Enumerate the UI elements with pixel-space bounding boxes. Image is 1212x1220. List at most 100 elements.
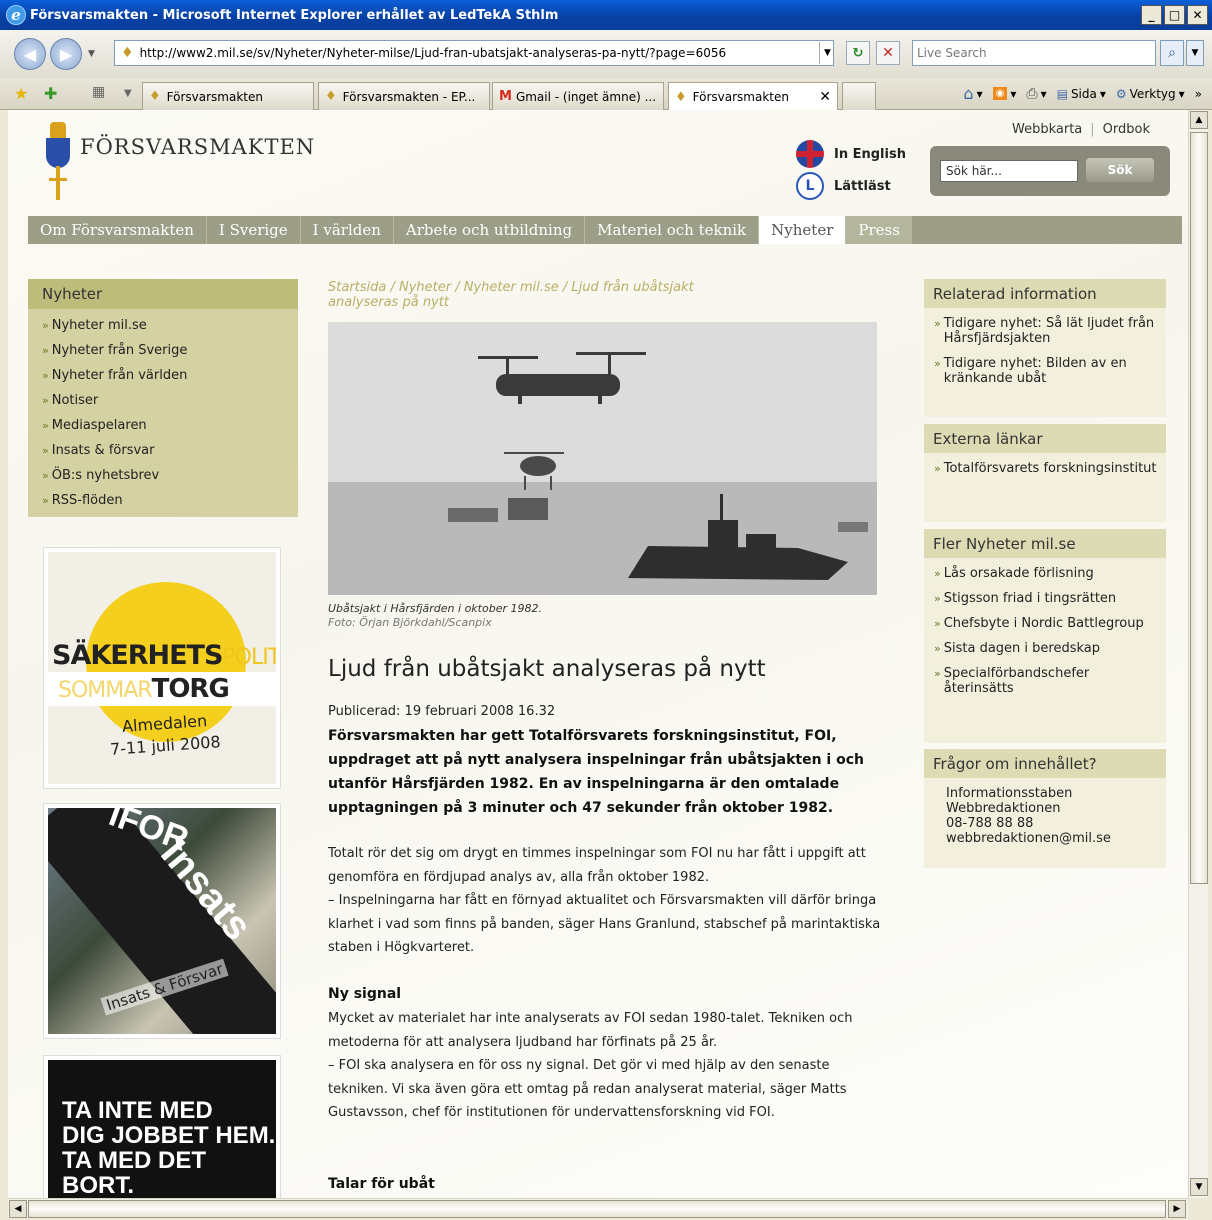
page-icon: ▤ [1056, 86, 1068, 101]
site-search-button[interactable]: Sök [1086, 158, 1154, 182]
search-magnifier-icon[interactable]: ⌕ [1160, 40, 1184, 66]
tab-forsvarsmakten-ep[interactable]: ♦ Försvarsmakten - EP... [318, 82, 490, 110]
more-news-link[interactable]: » Chefsbyte i Nordic Battlegroup [934, 616, 1158, 631]
easy-read-icon: L [796, 172, 824, 200]
history-dropdown-icon[interactable]: ▼ [88, 49, 95, 59]
nav-materiel-och-teknik[interactable]: Materiel och teknik [585, 216, 760, 244]
tab-forsvarsmakten-active[interactable]: ♦ Försvarsmakten ✕ [668, 82, 838, 111]
home-icon: ⌂ [963, 84, 974, 103]
language-links: In English L Lättläst [796, 138, 906, 202]
tools-menu[interactable]: ⚙ Verktyg ▾ [1116, 87, 1185, 101]
address-url: http://www2.mil.se/sv/Nyheter/Nyheter-mi… [139, 46, 727, 60]
nav-i-sverige[interactable]: I Sverige [207, 216, 301, 244]
home-button[interactable]: ⌂ ▾ [963, 84, 982, 103]
photo-credit: Foto: Örjan Björkdahl/Scanpix [328, 616, 492, 629]
favorites-star-icon[interactable]: ★ [14, 84, 28, 103]
section-nav-item-ob-nyhetsbrev[interactable]: » ÖB:s nyhetsbrev [42, 463, 298, 488]
site-search-input[interactable]: Sök här... [940, 160, 1078, 182]
bullet-icon: » [934, 592, 941, 605]
rss-icon: ◉ [992, 87, 1008, 100]
insats-forsvar-banner[interactable]: IFOR Insats Insats & Försvar [44, 804, 280, 1038]
scroll-down-icon[interactable]: ▼ [1190, 1178, 1208, 1196]
more-news-link[interactable]: » Specialförbandschefer återinsätts [934, 666, 1158, 696]
photo-caption-text: Ubåtsjakt i Hårsfjärden i oktober 1982. [328, 602, 542, 615]
more-news-title: Fler Nyheter mil.se [924, 529, 1166, 558]
tools-menu-label: Verktyg [1129, 86, 1176, 101]
bullet-icon: » [42, 444, 49, 457]
print-button[interactable]: ⎙ ▾ [1026, 86, 1046, 102]
maximize-button[interactable]: □ [1164, 5, 1185, 25]
nav-press[interactable]: Press [846, 216, 912, 244]
external-link[interactable]: » Totalförsvarets forskningsinstitut [934, 461, 1158, 476]
back-button[interactable]: ◀ [14, 38, 46, 70]
toolbar-overflow-icon[interactable]: » [1195, 87, 1202, 101]
photo-caption: Ubåtsjakt i Hårsfjärden i oktober 1982. … [328, 602, 542, 630]
section-nav-item-rss[interactable]: » RSS-flöden [42, 488, 298, 513]
horizontal-scroll-thumb[interactable] [28, 1200, 1166, 1218]
minimize-button[interactable]: _ [1141, 5, 1162, 25]
sitemap-link[interactable]: Webbkarta [1012, 122, 1082, 137]
section-nav-item-sverige[interactable]: » Nyheter från Sverige [42, 338, 298, 363]
new-tab-button[interactable] [842, 82, 876, 110]
quick-tabs-icon[interactable]: ▦ [92, 84, 105, 100]
related-link[interactable]: » Tidigare nyhet: Så lät ljudet från Hårs… [934, 316, 1158, 346]
nav-om-forsvarsmakten[interactable]: Om Försvarsmakten [28, 216, 207, 244]
page-menu[interactable]: ▤ Sida ▾ [1057, 87, 1106, 101]
stop-button[interactable]: ✕ [876, 41, 900, 65]
tab-favicon-icon: ♦ [325, 89, 337, 104]
almedalen-banner[interactable]: SÄKERHETSPOLITISKT SOMMARTORG Almedalen … [44, 548, 280, 788]
forward-button[interactable]: ▶ [50, 38, 82, 70]
more-news-link[interactable]: » Stigsson friad i tingsrätten [934, 591, 1158, 606]
section-nav-item-varlden[interactable]: » Nyheter från världen [42, 363, 298, 388]
related-link[interactable]: » Tidigare nyhet: Bilden av en kränkande … [934, 356, 1158, 386]
search-options-dropdown-icon[interactable]: ▼ [1186, 40, 1204, 66]
section-nav-item-notiser[interactable]: » Notiser [42, 388, 298, 413]
address-toolbar: ◀ ▶ ▼ ♦ http://www2.mil.se/sv/Nyheter/Ny… [0, 30, 1212, 78]
external-links-title: Externa länkar [924, 424, 1166, 453]
tab-forsvarsmakten-1[interactable]: ♦ Försvarsmakten [142, 82, 314, 110]
nav-arbete-och-utbildning[interactable]: Arbete och utbildning [394, 216, 586, 244]
glossary-link[interactable]: Ordbok [1103, 122, 1150, 137]
bullet-icon: » [42, 494, 49, 507]
easy-read-link[interactable]: L Lättläst [796, 170, 906, 202]
article-lead: Försvarsmakten har gett Totalförsvarets … [328, 728, 864, 816]
nav-i-varlden[interactable]: I världen [301, 216, 394, 244]
site-logo[interactable]: FÖRSVARSMAKTEN [44, 122, 315, 202]
bullet-icon: » [42, 319, 49, 332]
section-nav-item-nyheter-milse[interactable]: » Nyheter mil.se [42, 313, 298, 338]
more-news-link[interactable]: » Sista dagen i beredskap [934, 641, 1158, 656]
contact-phone: 08-788 88 88 [946, 816, 1034, 831]
add-favorite-star-icon[interactable]: ✚ [44, 84, 57, 103]
nav-nyheter[interactable]: Nyheter [759, 216, 847, 244]
vertical-scrollbar[interactable]: ▲ ▼ [1188, 110, 1208, 1198]
external-link-label: Totalförsvarets forskningsinstitut [943, 461, 1157, 476]
tab-list-dropdown-icon[interactable]: ▼ [124, 88, 132, 99]
close-button[interactable]: ✕ [1187, 5, 1208, 25]
section-nav-label: RSS-flöden [51, 493, 123, 508]
more-news-box: Fler Nyheter mil.se » Lås orsakade förlis… [924, 529, 1166, 743]
scroll-right-icon[interactable]: ▶ [1168, 1200, 1186, 1218]
article-headline: Ljud från ubåtsjakt analyseras på nytt [328, 656, 766, 682]
address-dropdown-icon[interactable]: ▼ [819, 42, 835, 64]
browser-search-input[interactable]: Live Search [912, 40, 1156, 66]
breadcrumb[interactable]: Startsida / Nyheter / Nyheter mil.se / L… [328, 280, 748, 310]
tab-close-icon[interactable]: ✕ [811, 89, 831, 105]
web-page: FÖRSVARSMAKTEN Webbkarta | Ordbok In Eng… [8, 110, 1188, 1198]
feeds-button[interactable]: ◉ ▾ [992, 87, 1016, 101]
horizontal-scrollbar[interactable]: ◀ ▶ [8, 1198, 1188, 1218]
tab-gmail[interactable]: M Gmail - (inget ämne) ... [492, 82, 664, 110]
vertical-scroll-thumb[interactable] [1190, 132, 1208, 884]
scroll-left-icon[interactable]: ◀ [9, 1200, 27, 1218]
address-input[interactable]: ♦ http://www2.mil.se/sv/Nyheter/Nyheter-… [114, 40, 834, 66]
banner-date: 7-11 juli 2008 [109, 732, 222, 759]
bullet-icon: » [42, 394, 49, 407]
contact-email-link[interactable]: webbredaktionen@mil.se [946, 831, 1158, 846]
recruitment-banner[interactable]: TA INTE MED DIG JOBBET HEM. TA MED DET B… [44, 1056, 280, 1198]
section-nav-item-insats[interactable]: » Insats & försvar [42, 438, 298, 463]
english-link[interactable]: In English [796, 138, 906, 170]
contact-line: Webbredaktionen [946, 801, 1061, 816]
more-news-link[interactable]: » Lås orsakade förlisning [934, 566, 1158, 581]
scroll-up-icon[interactable]: ▲ [1190, 111, 1208, 129]
refresh-button[interactable]: ↻ [846, 41, 870, 65]
section-nav-item-mediaspelaren[interactable]: » Mediaspelaren [42, 413, 298, 438]
